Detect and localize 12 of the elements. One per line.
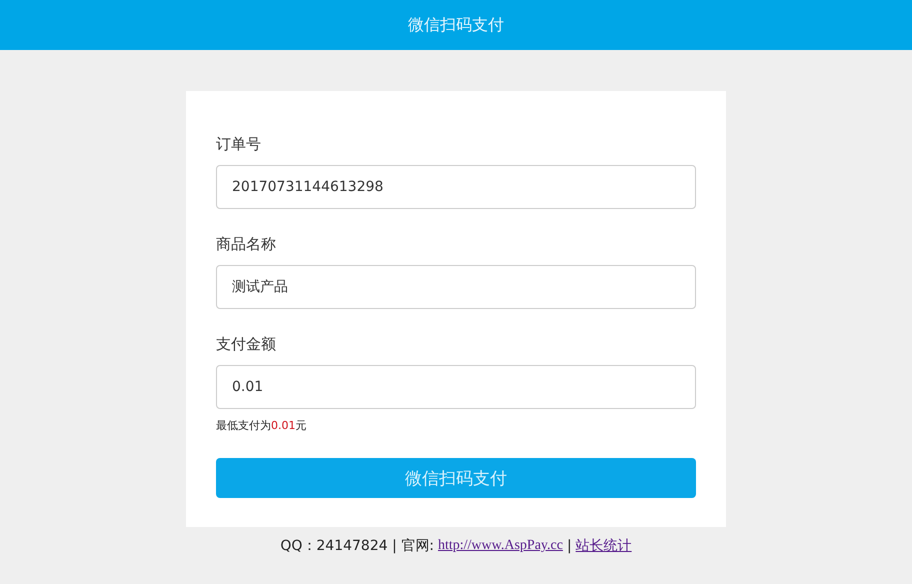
- input-field[interactable]: 测试产品: [216, 265, 696, 309]
- field-label: 商品名称: [216, 235, 277, 253]
- minimum-amount-note: 最低支付为0.01元: [216, 418, 308, 433]
- page-title: 微信扫码支付: [0, 0, 912, 50]
- input-field[interactable]: 20170731144613298: [216, 165, 696, 209]
- separator-text: |: [566, 538, 572, 554]
- field-label: 支付金额: [216, 335, 277, 353]
- website-link[interactable]: http://www.AspPay.cc: [438, 538, 563, 554]
- stats-link[interactable]: 站长统计: [576, 537, 632, 555]
- contact-text: QQ：24147824 | 官网:: [280, 537, 434, 555]
- input-field[interactable]: 0.01: [216, 365, 696, 409]
- field-label: 订单号: [216, 135, 262, 153]
